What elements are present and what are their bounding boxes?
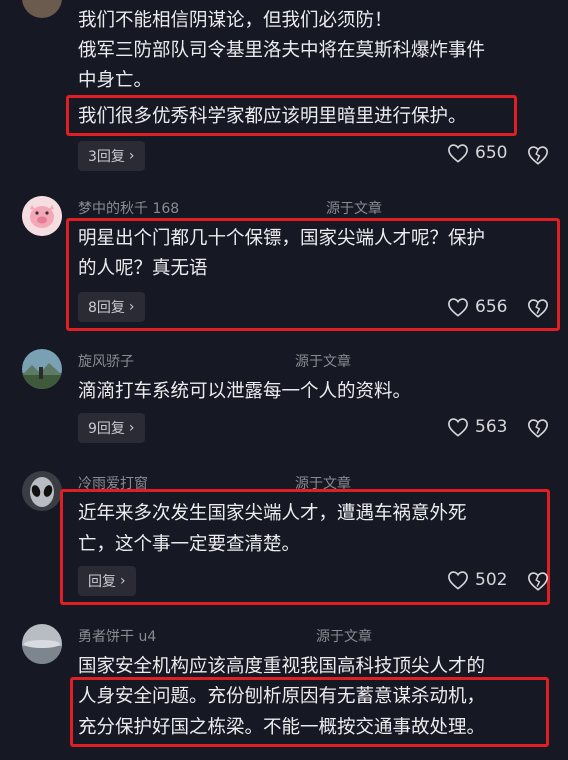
comment-username[interactable]: 勇者饼干 u4 [78,626,156,646]
avatar[interactable] [22,349,62,389]
comment-text-line: 滴滴打车系统可以泄露每一个人的资料。 [78,381,412,402]
chevron-right-icon: › [120,573,126,589]
heart-outline-icon [448,571,468,590]
view-replies-button[interactable]: 8回复 › [78,292,145,322]
sky-avatar-icon [22,624,62,664]
broken-heart-icon[interactable] [527,297,549,319]
like-button[interactable]: 563 [447,417,507,437]
comment-text-line: 我们不能相信阴谋论，但我们必须防！ [78,10,393,31]
reply-count-label: 3回复 [88,149,125,165]
reply-count-label: 8回复 [88,300,125,316]
view-replies-button[interactable]: 9回复 › [78,413,145,443]
like-count: 650 [475,143,508,163]
comment-source: 源于文章 [326,201,382,217]
highlight-box [70,677,549,747]
avatar[interactable] [22,196,62,236]
comment-source: 源于文章 [295,354,351,370]
comment-username[interactable]: 梦中的秋千 168 [78,198,179,218]
heart-outline-icon [448,144,468,163]
like-count: 563 [475,417,508,437]
pig-avatar-icon [22,196,62,236]
chevron-right-icon: › [128,148,135,164]
like-button[interactable]: 656 [447,297,507,317]
broken-heart-icon[interactable] [527,144,549,166]
alien-avatar-icon [22,471,62,511]
avatar[interactable] [22,624,62,664]
reply-count-label: 回复 [88,574,116,590]
avatar[interactable] [22,471,62,511]
heart-outline-icon [448,298,468,317]
broken-heart-icon[interactable] [527,417,549,439]
chevron-right-icon: › [128,420,135,436]
like-button[interactable]: 650 [447,143,507,163]
comment-text-line: 俄军三防部队司令基里洛夫中将在莫斯科爆炸事件 [78,40,486,61]
broken-heart-icon[interactable] [527,570,549,592]
avatar[interactable] [22,0,62,18]
comment-text-line: 中身亡。 [78,70,153,91]
comment-username[interactable]: 旋风骄子 [78,351,134,371]
chevron-right-icon: › [128,299,135,315]
view-replies-button[interactable]: 回复 › [78,566,136,596]
like-button[interactable]: 502 [447,570,507,590]
highlight-box [66,95,517,136]
heart-outline-icon [448,418,468,437]
view-replies-button[interactable]: 3回复 › [78,141,145,171]
reply-count-label: 9回复 [88,421,125,437]
like-count: 656 [475,297,508,317]
landscape-avatar-icon [22,349,62,389]
like-count: 502 [475,570,508,590]
comment-source: 源于文章 [316,629,372,645]
